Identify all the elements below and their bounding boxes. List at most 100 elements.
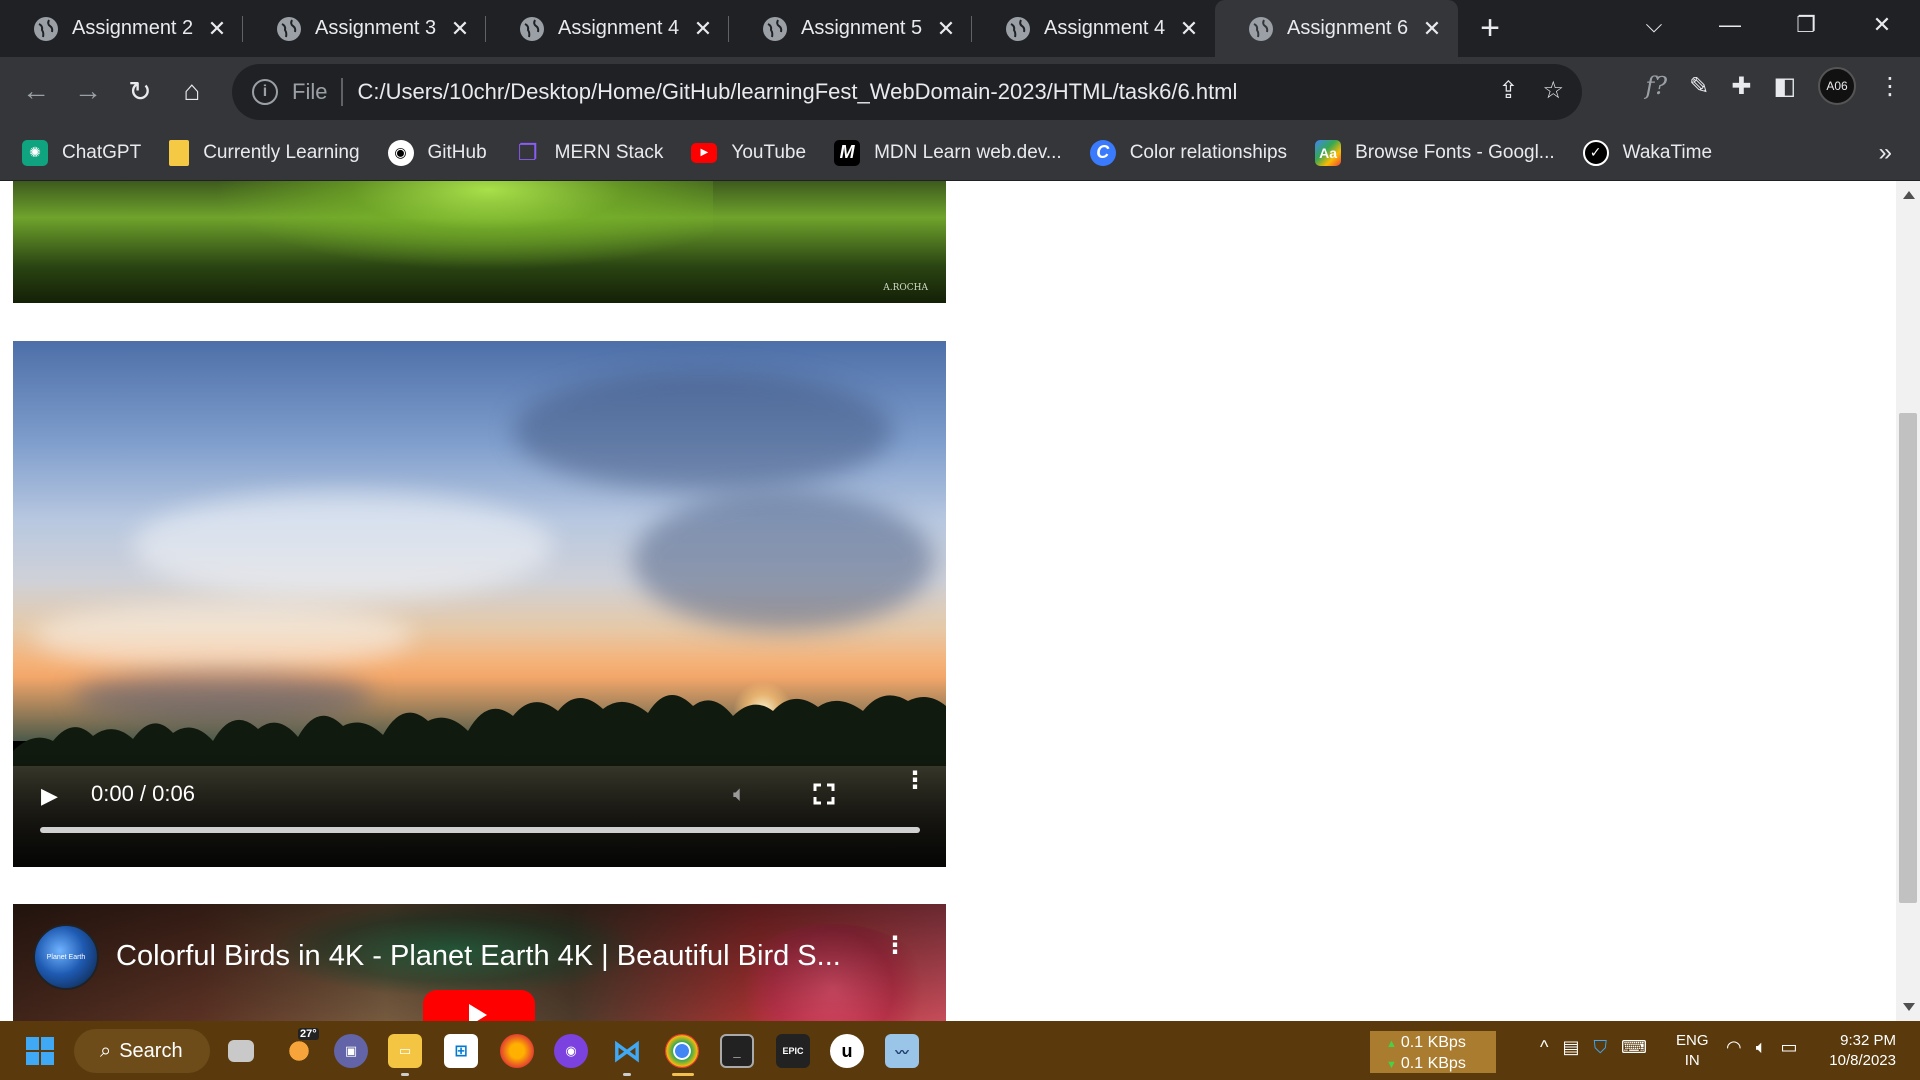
bookmark-star-icon[interactable]: ☆ [1542,76,1564,105]
down-arrow-icon: ▼ [1386,1059,1397,1071]
tab-search-icon[interactable]: ⌵ [1616,0,1692,50]
extensions-icon[interactable]: ✚ [1731,72,1751,101]
bookmark-label: MDN Learn web.dev... [874,141,1062,163]
globe-icon [34,17,58,41]
close-window-button[interactable]: ✕ [1844,0,1920,50]
globe-icon [1006,17,1030,41]
video-player[interactable]: ▶ 0:00 / 0:06 🔈︎ ⋮ [13,341,946,867]
task-view-icon[interactable] [228,1040,254,1062]
chevron-up-icon[interactable]: ^ [1540,1037,1548,1058]
mdn-icon: M [834,139,861,166]
youtube-icon: ▶ [691,142,718,163]
close-icon[interactable]: ✕ [1177,16,1201,41]
youtube-play-button[interactable] [423,990,535,1021]
bookmark-chatgpt[interactable]: ✺ ChatGPT [22,139,142,166]
menu-dots-icon[interactable]: ⋮ [1878,72,1902,101]
scroll-thumb[interactable] [1899,413,1917,903]
search-label: Search [119,1039,183,1062]
epic-games-icon[interactable]: EPIC [776,1034,810,1068]
share-icon[interactable]: ⇪ [1498,76,1518,105]
chrome-icon[interactable] [665,1034,699,1068]
fullscreen-icon[interactable] [813,783,835,805]
microsoft-store-icon[interactable]: ⊞ [444,1034,478,1068]
vscode-icon[interactable]: ⋈ [610,1034,644,1068]
running-indicator [672,1073,694,1076]
side-panel-icon[interactable]: ◧ [1773,72,1796,101]
bookmark-label: ChatGPT [62,141,142,163]
bookmark-mdn[interactable]: M MDN Learn web.dev... [834,139,1062,166]
weather-icon[interactable]: 27° [282,1028,319,1068]
performance-monitor-icon[interactable]: 〰 [885,1034,919,1068]
terminal-icon[interactable]: _ [720,1034,754,1068]
volume-icon: 🔈︎ [1755,1037,1767,1057]
restore-button[interactable]: ❐ [1768,0,1844,50]
minimize-button[interactable]: — [1692,0,1768,50]
scroll-down-arrow[interactable] [1903,1003,1915,1011]
eyedropper-icon[interactable]: ✎ [1689,72,1709,101]
scroll-up-arrow[interactable] [1903,191,1915,199]
back-button[interactable]: ← [10,65,62,117]
book-icon: ❐ [517,139,538,165]
more-bookmarks-icon[interactable]: » [1879,139,1892,167]
clock[interactable]: 9:32 PM 10/8/2023 [1824,1031,1896,1071]
browser-toolbar: ← → ↻ ⌂ i File C:/Users/10chr/Desktop/Ho… [0,57,1920,125]
tab-assignment-4[interactable]: Assignment 4 ✕ [486,0,729,57]
quick-settings[interactable]: ◠ 🔈︎ ▭ [1726,1037,1798,1058]
profile-avatar[interactable]: A06 [1818,67,1856,105]
bookmark-wakatime[interactable]: ✓ WakaTime [1582,139,1712,166]
forward-button[interactable]: → [62,65,114,117]
video-title[interactable]: Colorful Birds in 4K - Planet Earth 4K |… [116,940,841,973]
system-tray: ^ ▤ ⛉ ⌨ [1540,1037,1647,1058]
windows-start-icon[interactable] [26,1037,54,1065]
bookmark-label: Color relationships [1129,141,1288,163]
firefox-icon[interactable] [500,1034,534,1068]
github-icon: ◉ [387,139,414,166]
canva-icon: C [1089,139,1116,166]
video-more-icon[interactable]: ⋮ [903,769,927,793]
tab-assignment-6[interactable]: Assignment 6 ✕ [1215,0,1458,57]
close-icon[interactable]: ✕ [934,16,958,41]
tab-assignment-2[interactable]: Assignment 2 ✕ [0,0,243,57]
teams-chat-icon[interactable]: ▣ [334,1034,368,1068]
cloud-shape [33,601,413,671]
up-arrow-icon: ▲ [1386,1038,1397,1050]
tab-assignment-5[interactable]: Assignment 5 ✕ [729,0,972,57]
home-button[interactable]: ⌂ [166,65,218,117]
keyboard-icon[interactable]: ⌨ [1621,1037,1647,1058]
page-scrollbar[interactable] [1896,181,1920,1021]
bookmark-currently-learning[interactable]: Currently Learning [169,139,360,166]
file-explorer-icon[interactable]: ▭ [388,1034,422,1068]
address-bar[interactable]: i File C:/Users/10chr/Desktop/Home/GitHu… [232,64,1582,120]
bookmark-youtube[interactable]: ▶ YouTube [691,142,806,164]
bookmark-mern-stack[interactable]: ❐ MERN Stack [515,140,664,166]
defender-shield-icon[interactable]: ⛉ [1593,1037,1607,1058]
reload-button[interactable]: ↻ [114,65,166,117]
close-icon[interactable]: ✕ [1420,16,1444,41]
language-indicator[interactable]: ENG IN [1676,1031,1709,1071]
chatgpt-icon: ✺ [22,139,48,166]
globe-icon [277,17,301,41]
font-ninja-icon[interactable]: f? [1645,72,1667,100]
cloud-shape [633,491,933,631]
tab-assignment-4b[interactable]: Assignment 4 ✕ [972,0,1215,57]
close-icon[interactable]: ✕ [448,16,472,41]
bookmark-color-relationships[interactable]: C Color relationships [1089,139,1288,166]
url-text[interactable]: C:/Users/10chr/Desktop/Home/GitHub/learn… [357,79,1237,105]
close-icon[interactable]: ✕ [205,16,229,41]
channel-avatar[interactable]: Planet Earth [33,924,99,990]
video-progress-bar[interactable] [40,827,920,833]
new-tab-button[interactable]: + [1468,0,1512,57]
play-icon[interactable]: ▶ [41,783,58,809]
embed-more-icon[interactable]: ⋮ [883,934,907,958]
bookmark-google-fonts[interactable]: Aa Browse Fonts - Googl... [1315,139,1555,166]
info-icon[interactable]: i [252,79,278,105]
unreal-engine-icon[interactable]: u [830,1034,864,1068]
volume-icon[interactable]: 🔈︎ [733,781,746,807]
bookmark-github[interactable]: ◉ GitHub [387,139,487,166]
youtube-embed[interactable]: Planet Earth Colorful Birds in 4K - Plan… [13,904,946,1021]
device-icon[interactable]: ▤ [1562,1037,1579,1058]
taskbar-search[interactable]: ⌕ Search [74,1029,210,1073]
tab-assignment-3[interactable]: Assignment 3 ✕ [243,0,486,57]
github-desktop-icon[interactable]: ◉ [554,1034,588,1068]
close-icon[interactable]: ✕ [691,16,715,41]
